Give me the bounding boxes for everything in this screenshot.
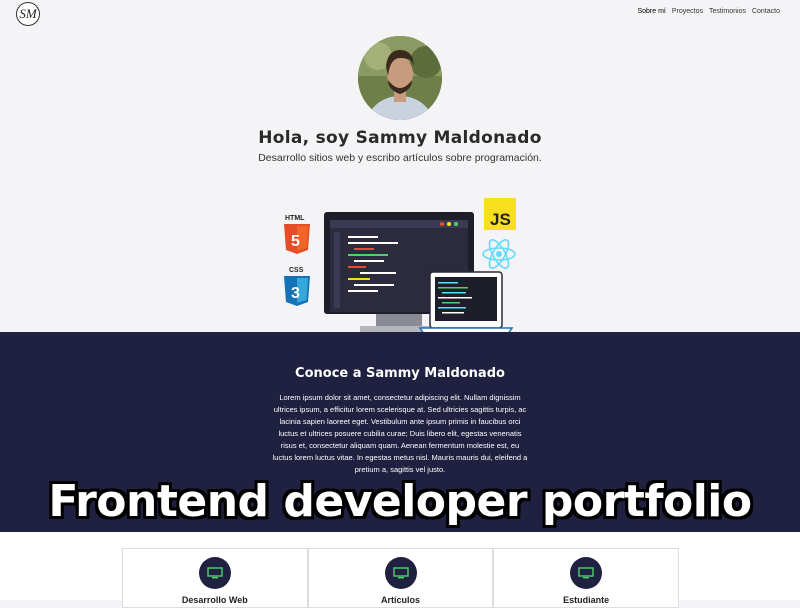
nav-link-contacto[interactable]: Contacto [752, 8, 780, 15]
logo-text: SM [19, 6, 37, 21]
css3-icon: CSS 3 [284, 267, 310, 306]
css3-label: CSS [289, 267, 304, 274]
hero-title: Hola, soy Sammy Maldonado [258, 128, 542, 148]
service-label: Artículos [381, 595, 421, 605]
hero-subtitle: Desarrollo sitios web y escribo artículo… [258, 152, 542, 164]
monitor-icon [578, 567, 594, 579]
laptop-icon [418, 271, 514, 335]
react-icon [482, 239, 516, 269]
nav-link-proyectos[interactable]: Proyectos [672, 8, 703, 15]
service-icon-circle [198, 557, 231, 589]
html5-label: HTML [285, 215, 305, 222]
service-card-estudiante: Estudiante [493, 548, 680, 608]
overlay-caption: Frontend developer portfolio [48, 476, 752, 527]
js-label: JS [490, 210, 511, 229]
service-label: Desarrollo Web [181, 595, 248, 605]
nav-links: Sobre mí Proyectos Testimonios Contacto [637, 8, 780, 15]
nav-link-sobre-mi[interactable]: Sobre mí [637, 8, 665, 15]
profile-photo-image [358, 36, 442, 120]
javascript-icon: JS [484, 198, 516, 230]
service-icon-circle [570, 557, 603, 589]
developer-illustration: HTML 5 CSS 3 JS [284, 198, 516, 335]
html5-icon: HTML 5 [284, 215, 310, 254]
monitor-icon [392, 567, 409, 579]
svg-text:5: 5 [291, 233, 300, 250]
svg-text:3: 3 [291, 285, 300, 302]
service-icon-circle [384, 557, 417, 589]
navbar: SM Sobre mí Proyectos Testimonios Contac… [0, 0, 800, 26]
service-card-articulos: Artículos [307, 548, 494, 608]
service-label: Estudiante [563, 595, 610, 605]
about-text: Lorem ipsum dolor sit amet, consectetur … [272, 393, 528, 474]
about-title: Conoce a Sammy Maldonado [295, 366, 505, 381]
nav-link-testimonios[interactable]: Testimonios [709, 8, 746, 15]
logo[interactable]: SM [16, 2, 40, 26]
monitor-icon [207, 567, 223, 579]
services-cards: Desarrollo Web Artículos Estudiante [122, 548, 680, 608]
service-card-desarrollo-web: Desarrollo Web [122, 548, 308, 608]
profile-photo [358, 36, 442, 120]
